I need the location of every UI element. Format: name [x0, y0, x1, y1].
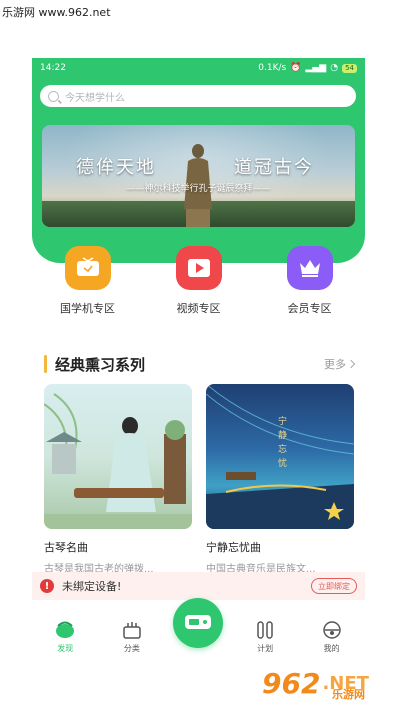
course-title: 古琴名曲 — [44, 541, 88, 554]
profile-icon — [322, 621, 341, 639]
tab-discover[interactable]: 发现 — [40, 620, 90, 654]
course-cover-image — [44, 384, 192, 529]
video-icon — [175, 246, 222, 290]
svg-text:静: 静 — [278, 429, 287, 441]
tab-device[interactable] — [173, 598, 224, 654]
zone-shortcuts: 国学机专区 视频专区 会员专区 — [32, 246, 365, 316]
category-icon — [123, 622, 141, 639]
tab-label: 我的 — [323, 644, 340, 653]
watermark-number: 962 — [262, 666, 321, 700]
section-accent-bar — [44, 355, 47, 373]
search-placeholder: 今天想学什么 — [65, 92, 125, 104]
section-header: 经典熏习系列 更多 — [44, 354, 356, 375]
tab-label: 分类 — [123, 644, 140, 653]
plan-icon — [257, 621, 273, 639]
svg-text:忘: 忘 — [278, 443, 287, 455]
app-screen: 乐游网 www.962.net 14:22 0.1K/s ⏰ ▂▄▆ ◔ 54 … — [0, 0, 400, 708]
tv-icon — [64, 246, 111, 290]
course-list: 古琴名曲 古琴是我国古老的弹拨... 宁 静 忘 忧 宁静忘忧曲 中国古典音乐是… — [44, 384, 354, 575]
section-title-text: 经典熏习系列 — [55, 355, 146, 374]
alarm-icon: ⏰ — [290, 63, 302, 73]
chevron-right-icon — [346, 359, 356, 369]
search-icon — [48, 90, 59, 102]
course-card[interactable]: 古琴名曲 古琴是我国古老的弹拨... — [44, 384, 192, 575]
crown-icon — [286, 246, 333, 290]
network-speed: 0.1K/s — [258, 63, 287, 73]
course-cover-image: 宁 静 忘 忧 — [206, 384, 354, 529]
discover-icon — [56, 621, 75, 638]
course-title: 宁静忘忧曲 — [206, 541, 261, 554]
device-icon — [173, 598, 224, 648]
wifi-icon: ◔ — [330, 63, 339, 73]
phone-screen: 14:22 0.1K/s ⏰ ▂▄▆ ◔ 54 今天想学什么 德侔天地 道冠古今 — [32, 58, 365, 658]
banner-subtitle: ——神尔科技举行孔子诞辰祭拜—— — [126, 184, 271, 194]
tab-plan[interactable]: 计划 — [240, 620, 290, 654]
bind-now-button[interactable]: 立即绑定 — [311, 578, 357, 594]
zone-video[interactable]: 视频专区 — [159, 246, 239, 316]
status-time: 14:22 — [40, 63, 66, 73]
notice-text: 未绑定设备! — [62, 580, 122, 593]
svg-text:宁: 宁 — [278, 415, 287, 427]
more-link[interactable]: 更多 — [324, 356, 356, 372]
battery-icon: 54 — [342, 63, 357, 73]
course-card[interactable]: 宁 静 忘 忧 宁静忘忧曲 中国古典音乐是民族文... — [206, 384, 354, 575]
search-bar[interactable]: 今天想学什么 — [40, 85, 356, 107]
banner[interactable]: 德侔天地 道冠古今 ——神尔科技举行孔子诞辰祭拜—— — [42, 125, 355, 227]
tab-category[interactable]: 分类 — [107, 620, 157, 654]
zone-label: 会员专区 — [287, 302, 332, 315]
zone-label: 国学机专区 — [60, 302, 115, 315]
bind-device-notice: ! 未绑定设备! 立即绑定 — [32, 572, 365, 600]
zone-guoxue[interactable]: 国学机专区 — [48, 246, 128, 316]
tab-label: 计划 — [257, 644, 274, 653]
banner-title-left: 德侔天地 — [76, 157, 156, 178]
watermark-cn: 乐游网 — [332, 688, 365, 701]
signal-icon: ▂▄▆ — [305, 63, 327, 73]
status-bar: 14:22 0.1K/s ⏰ ▂▄▆ ◔ 54 — [32, 58, 365, 78]
zone-label: 视频专区 — [176, 302, 221, 315]
tab-profile[interactable]: 我的 — [307, 620, 357, 654]
more-label: 更多 — [324, 358, 346, 371]
alert-icon: ! — [40, 579, 54, 593]
tab-label: 发现 — [57, 644, 74, 653]
banner-title-right: 道冠古今 — [234, 157, 314, 178]
bottom-tab-bar: 发现 分类 计划 我的 — [32, 598, 365, 658]
zone-vip[interactable]: 会员专区 — [270, 246, 350, 316]
site-watermark: 乐游网 www.962.net — [2, 6, 111, 19]
status-icons: 0.1K/s ⏰ ▂▄▆ ◔ 54 — [258, 63, 357, 73]
svg-text:忧: 忧 — [278, 457, 287, 469]
watermark-logo: 962 .NET 乐游网 — [262, 662, 397, 704]
section-title: 经典熏习系列 — [44, 354, 145, 375]
